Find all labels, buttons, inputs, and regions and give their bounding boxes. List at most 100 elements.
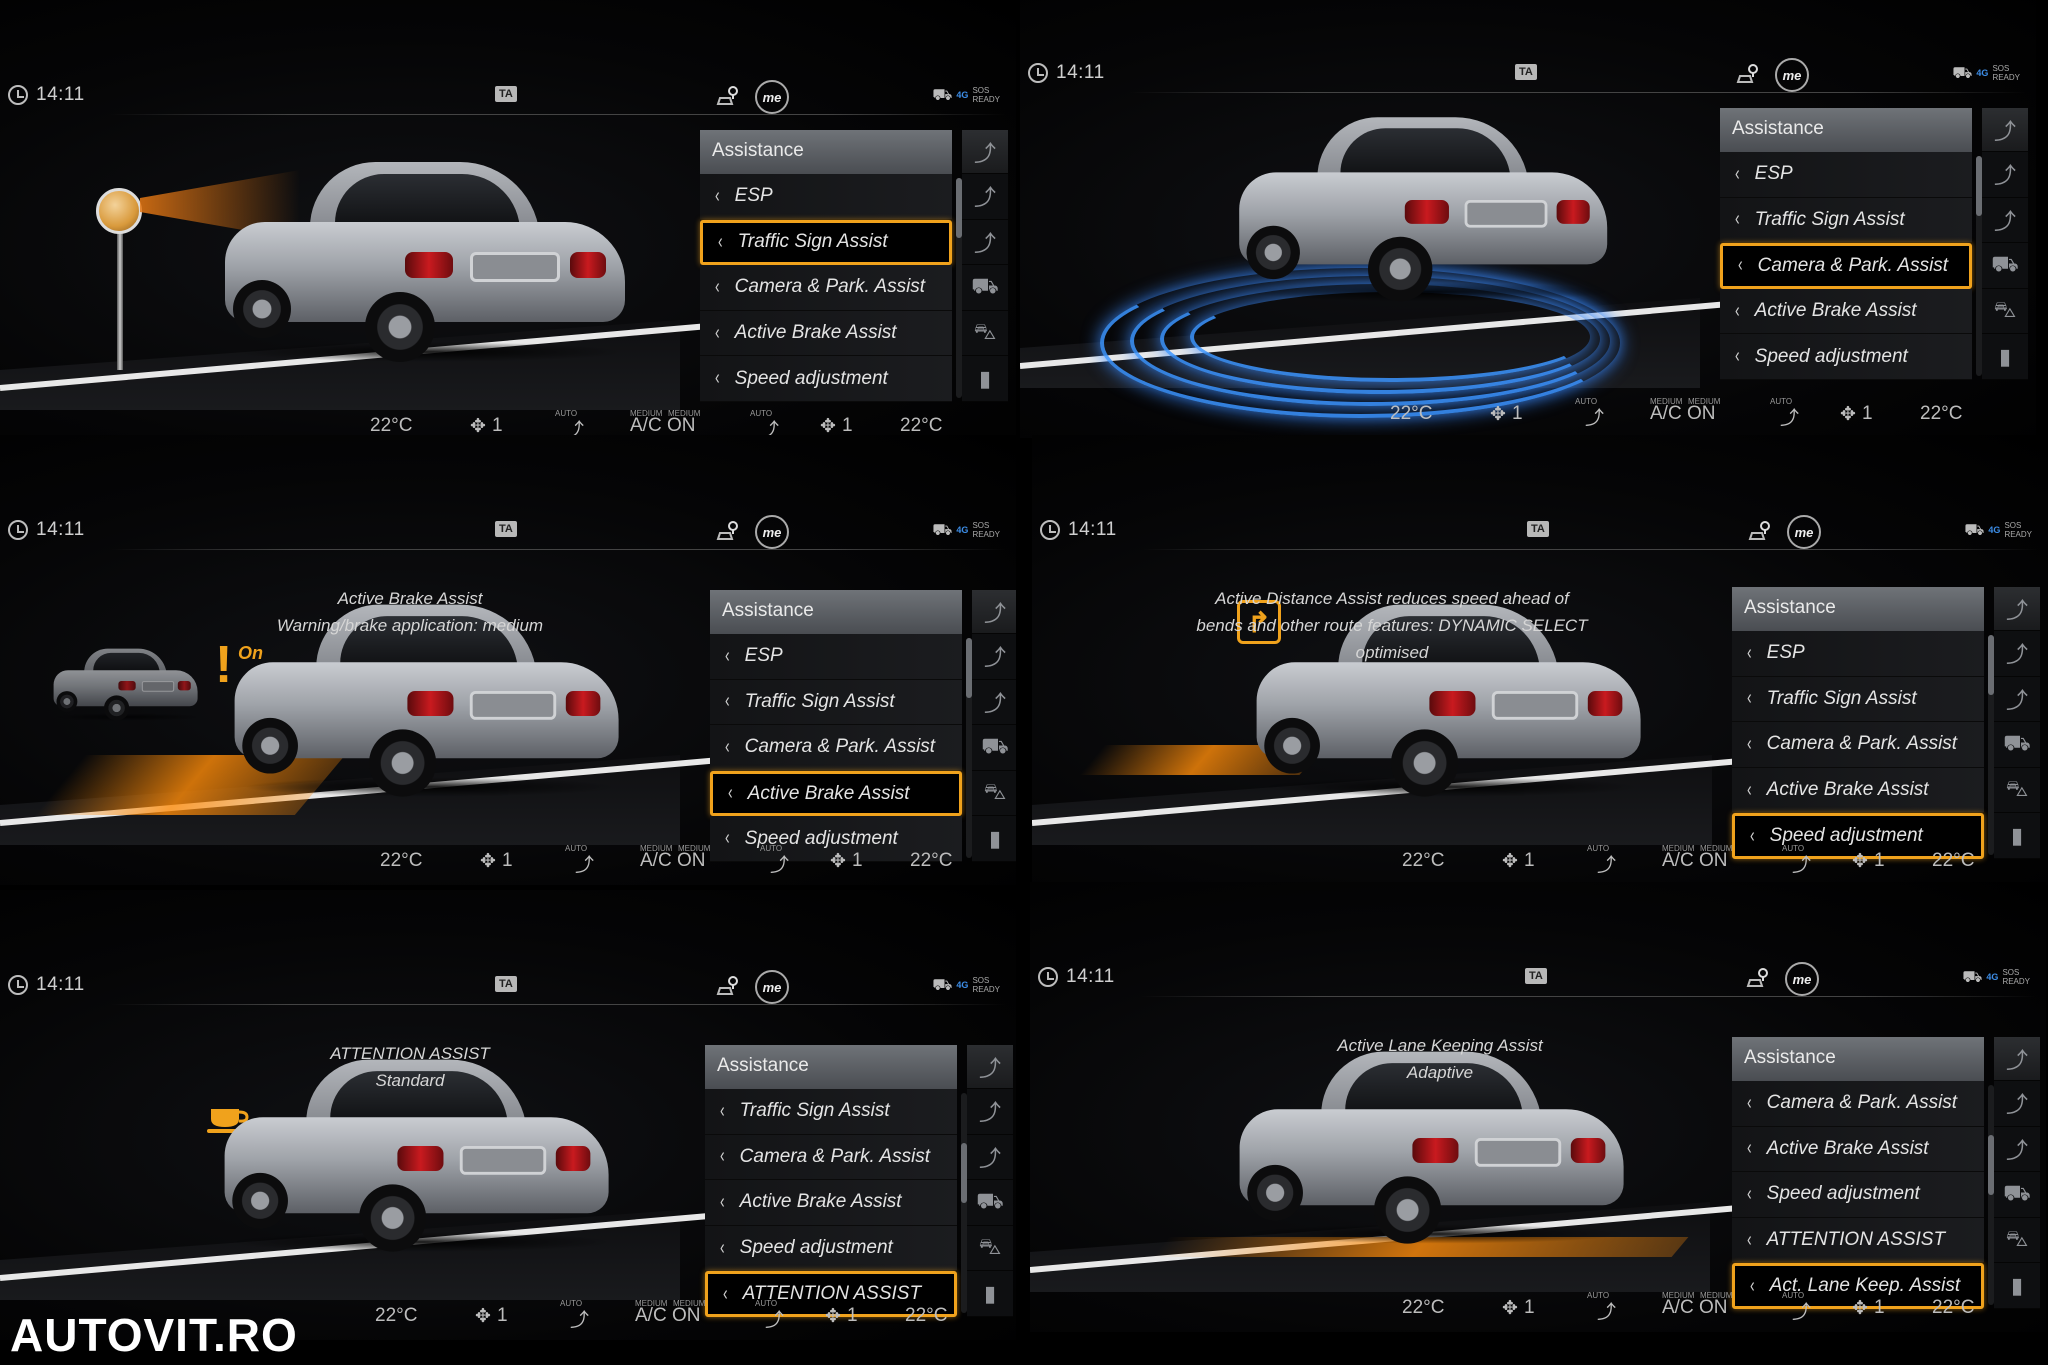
fan-right[interactable]: 1 [1862,403,1873,425]
seat-heat-right-icon[interactable]: ⤴ [770,850,789,877]
fan-right-icon[interactable]: ✥ [825,1305,841,1328]
fan-left-icon[interactable]: ✥ [1502,850,1518,873]
car-front-icon[interactable]: ⛟ [967,1180,1013,1226]
car-sensors-icon[interactable]: ⛍ [1982,288,2028,335]
fan-right[interactable]: 1 [852,850,863,872]
navigation-car-icon[interactable] [1745,966,1771,992]
temp-left[interactable]: 22°C [1390,403,1432,425]
equalizer-icon[interactable]: ▮ [967,1271,1013,1317]
seat-heat-left-icon[interactable]: ⤴ [1585,403,1604,430]
navigation-car-icon[interactable] [715,974,741,1000]
seat-icon[interactable]: ⤴ [1994,1037,2040,1081]
temp-left[interactable]: 22°C [370,415,412,437]
ac-status[interactable]: A/C ON [1662,1297,1727,1319]
menu-item-camera-park-assist[interactable]: ‹ Camera & Park. Assist [1732,722,1984,768]
car-front-icon[interactable]: ⛟ [972,725,1016,771]
temp-right[interactable]: 22°C [905,1305,947,1327]
fan-left-icon[interactable]: ✥ [1490,403,1506,426]
menu-item-speed-adjustment[interactable]: ‹ Speed adjustment [1732,1172,1984,1218]
mercedes-me-icon[interactable]: me [1785,962,1819,996]
fan-right-icon[interactable]: ✥ [1852,1297,1868,1320]
car-front-icon[interactable]: ⛟ [962,265,1008,311]
seat-recline-icon[interactable]: ⤴ [962,174,1008,220]
fan-left-icon[interactable]: ✥ [1502,1297,1518,1320]
fan-left[interactable]: 1 [497,1305,508,1327]
menu-item-traffic-sign-assist[interactable]: ‹ Traffic Sign Assist [1732,676,1984,723]
menu-item-active-brake-assist[interactable]: ‹ Active Brake Assist [1732,767,1984,814]
ac-status[interactable]: A/C ON [1662,850,1727,872]
ta-badge[interactable]: TA [495,521,517,537]
temp-right[interactable]: 22°C [1932,850,1974,872]
seat-icon[interactable]: ⤴ [962,130,1008,174]
car-front-icon[interactable]: ⛟ [1994,1172,2040,1218]
temp-right[interactable]: 22°C [900,415,942,437]
seat-icon[interactable]: ⤴ [967,1045,1013,1089]
car-sensors-icon[interactable]: ⛍ [972,770,1016,817]
car-sensors-icon[interactable]: ⛍ [967,1225,1013,1272]
mercedes-me-icon[interactable]: me [755,970,789,1004]
fan-left-icon[interactable]: ✥ [475,1305,491,1328]
car-sensors-icon[interactable]: ⛍ [1994,1217,2040,1264]
ta-badge[interactable]: TA [495,976,517,992]
menu-item-esp[interactable]: ‹ ESP [1720,152,1972,198]
temp-left[interactable]: 22°C [1402,1297,1444,1319]
temp-right[interactable]: 22°C [910,850,952,872]
seat-heat-left-icon[interactable]: ⤴ [1597,850,1616,877]
menu-item-speed-adjustment[interactable]: ‹ Speed adjustment [700,356,952,402]
fan-left[interactable]: 1 [1524,1297,1535,1319]
menu-item-esp[interactable]: ‹ ESP [700,174,952,220]
seat-recline-icon[interactable]: ⤴ [967,1089,1013,1135]
seat-adjust-icon[interactable]: ⤴ [962,219,1008,266]
ta-badge[interactable]: TA [1515,64,1537,80]
equalizer-icon[interactable]: ▮ [972,816,1016,862]
car-front-icon[interactable]: ⛟ [1994,722,2040,768]
seat-recline-icon[interactable]: ⤴ [972,634,1016,680]
temp-right[interactable]: 22°C [1920,403,1962,425]
menu-item-camera-park-assist[interactable]: ‹ Camera & Park. Assist [1720,243,1972,289]
seat-recline-icon[interactable]: ⤴ [1994,1081,2040,1127]
menu-item-speed-adjustment[interactable]: ‹ Speed adjustment [1720,334,1972,380]
navigation-car-icon[interactable] [1735,62,1761,88]
equalizer-icon[interactable]: ▮ [1994,1263,2040,1309]
fan-left[interactable]: 1 [1524,850,1535,872]
seat-heat-left-icon[interactable]: ⤴ [575,850,594,877]
menu-item-esp[interactable]: ‹ ESP [710,634,962,680]
menu-item-traffic-sign-assist[interactable]: ‹ Traffic Sign Assist [700,219,952,266]
seat-icon[interactable]: ⤴ [1982,108,2028,152]
menu-item-traffic-sign-assist[interactable]: ‹ Traffic Sign Assist [710,679,962,726]
seat-heat-right-icon[interactable]: ⤴ [1792,850,1811,877]
fan-right[interactable]: 1 [1874,850,1885,872]
menu-item-active-brake-assist[interactable]: ‹ Active Brake Assist [705,1180,957,1226]
seat-icon[interactable]: ⤴ [1994,587,2040,631]
menu-item-traffic-sign-assist[interactable]: ‹ Traffic Sign Assist [705,1089,957,1135]
menu-item-speed-adjustment[interactable]: ‹ Speed adjustment [705,1225,957,1272]
equalizer-icon[interactable]: ▮ [1994,813,2040,859]
fan-right[interactable]: 1 [847,1305,858,1327]
seat-adjust-icon[interactable]: ⤴ [1994,676,2040,723]
mercedes-me-icon[interactable]: me [755,80,789,114]
temp-left[interactable]: 22°C [380,850,422,872]
seat-adjust-icon[interactable]: ⤴ [972,679,1016,726]
mercedes-me-icon[interactable]: me [1787,515,1821,549]
fan-left[interactable]: 1 [492,415,503,437]
seat-adjust-icon[interactable]: ⤴ [967,1134,1013,1181]
seat-recline-icon[interactable]: ⤴ [1982,152,2028,198]
fan-left[interactable]: 1 [502,850,513,872]
fan-right[interactable]: 1 [842,415,853,437]
seat-heat-right-icon[interactable]: ⤴ [765,1305,784,1332]
navigation-car-icon[interactable] [715,519,741,545]
navigation-car-icon[interactable] [1747,519,1773,545]
seat-adjust-icon[interactable]: ⤴ [1994,1126,2040,1173]
ac-status[interactable]: A/C ON [1650,403,1715,425]
menu-item-camera-park-assist[interactable]: ‹ Camera & Park. Assist [1732,1081,1984,1127]
menu-item-traffic-sign-assist[interactable]: ‹ Traffic Sign Assist [1720,197,1972,244]
fan-left-icon[interactable]: ✥ [480,850,496,873]
ac-status[interactable]: A/C ON [640,850,705,872]
equalizer-icon[interactable]: ▮ [1982,334,2028,380]
navigation-car-icon[interactable] [715,84,741,110]
ac-status[interactable]: A/C ON [635,1305,700,1327]
ta-badge[interactable]: TA [1527,521,1549,537]
temp-left[interactable]: 22°C [375,1305,417,1327]
ac-status[interactable]: A/C ON [630,415,695,437]
menu-item-esp[interactable]: ‹ ESP [1732,631,1984,677]
